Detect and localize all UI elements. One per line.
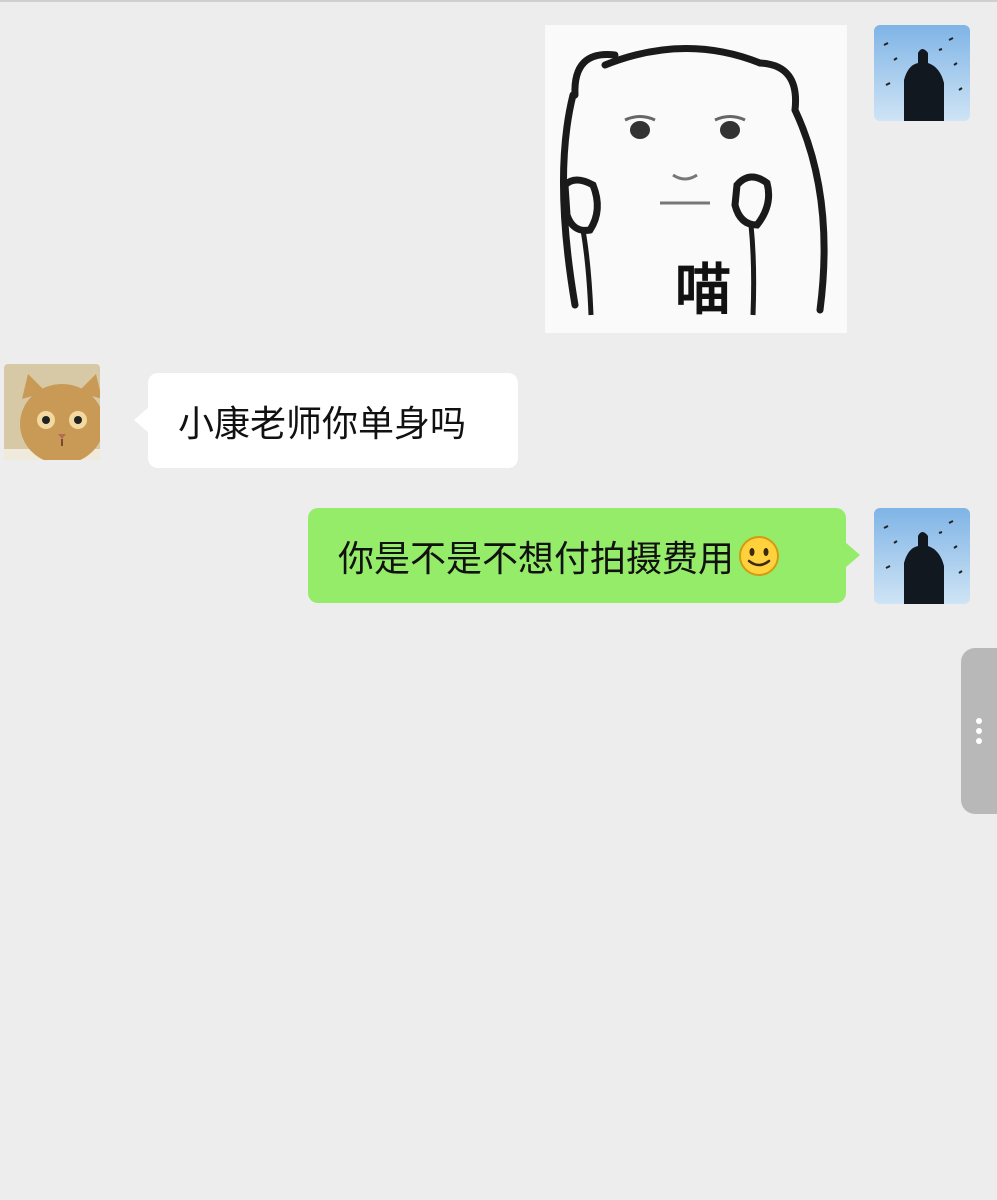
top-divider bbox=[0, 0, 997, 2]
incoming-message-text: 小康老师你单身吗 bbox=[178, 403, 467, 445]
my-avatar-2[interactable] bbox=[874, 508, 970, 604]
sticker-caption: 喵 bbox=[675, 258, 731, 323]
contact-avatar[interactable] bbox=[4, 364, 100, 460]
silhouette-sky-avatar-icon bbox=[874, 25, 970, 121]
smile-emoji-icon bbox=[738, 535, 780, 577]
outgoing-message-text: 你是不是不想付拍摄费用 bbox=[338, 538, 735, 580]
my-avatar[interactable] bbox=[874, 25, 970, 121]
incoming-message-bubble[interactable]: 小康老师你单身吗 bbox=[134, 373, 518, 468]
outgoing-message-bubble[interactable]: 你是不是不想付拍摄费用 bbox=[308, 508, 860, 603]
silhouette-sky-avatar-icon bbox=[874, 508, 970, 604]
side-panel-handle[interactable] bbox=[961, 648, 997, 814]
cat-avatar-icon bbox=[4, 364, 100, 460]
